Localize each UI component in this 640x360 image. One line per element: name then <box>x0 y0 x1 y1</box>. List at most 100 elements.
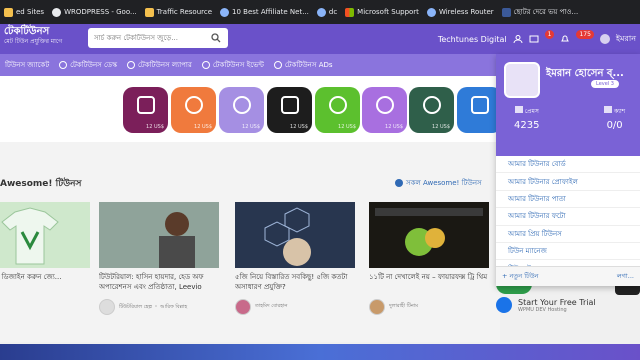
menu-item[interactable]: টিউন ম্যানেজ <box>496 243 640 261</box>
card-thumbnail[interactable] <box>235 202 355 268</box>
tune-card[interactable]: কট টি-শার্ট ডিজাইন করুন জ্যে... <box>0 202 90 294</box>
wordpress-icon <box>52 7 62 17</box>
bookmark-item[interactable]: Wireless Router <box>423 0 498 24</box>
wpmu-logo-icon <box>496 297 512 313</box>
app-tile[interactable]: 12 US$ <box>362 87 407 133</box>
card-meta: টিউটরিয়াল হেল্প ・ আরিফ বিল্লাহ <box>99 299 219 315</box>
search-button[interactable] <box>206 28 226 48</box>
diamond-icon <box>514 106 523 113</box>
nav-item[interactable]: টেকটিউনস ইভেন্ট <box>197 59 269 71</box>
search-input[interactable] <box>88 34 206 42</box>
nav-item[interactable]: টেকটিউনস ল্যাপার <box>122 59 197 71</box>
section-all-link[interactable]: সকল Awesome! টিউনস <box>395 177 482 189</box>
site-header: টেকটিউনস মেট টিউন প্রযুক্তির মাগে Techtu… <box>0 24 640 54</box>
nav-icon <box>59 61 68 69</box>
section-title: Awesome! টিউনস <box>0 179 82 189</box>
app-tile[interactable]: 12 US$ <box>171 87 216 133</box>
ad-card[interactable]: Start Your Free Trial WPMU DEV Hosting <box>496 290 616 320</box>
profile-menu: আমার টিউনার বোর্ড আমার টিউনার প্রোফাইল আ… <box>496 156 640 278</box>
menu-item[interactable]: আমার টিউনার ফটো <box>496 208 640 226</box>
card-thumbnail[interactable] <box>99 202 219 268</box>
author-avatar[interactable] <box>99 299 115 315</box>
at-sign-icon <box>232 96 251 114</box>
app-tile[interactable]: 12 US$ <box>315 87 360 133</box>
bookmark-item[interactable]: 10 Best Affiliate Net... <box>216 0 313 24</box>
app-tile[interactable]: 12 US$ <box>219 87 264 133</box>
new-tune-button[interactable]: + নতুন টিউন <box>502 271 539 282</box>
notification-badge: 175 <box>576 29 594 39</box>
bell-icon[interactable] <box>560 34 570 44</box>
bookmark-item[interactable]: dc <box>313 0 341 24</box>
card-title[interactable]: ১১টি না দেখালেই নয় – ফায়ারফক্স ট্রি থি… <box>369 272 489 294</box>
bookmark-item[interactable]: ed Sites <box>0 0 48 24</box>
gauge-icon <box>328 96 347 114</box>
menu-item[interactable]: আমার টিউনার পাতা <box>496 191 640 209</box>
bookmark-item[interactable]: WRODPRESS - Goo... <box>48 0 141 24</box>
ad-title[interactable]: Start Your Free Trial <box>518 298 596 307</box>
globe-icon <box>316 7 326 17</box>
ads-icon <box>273 61 282 69</box>
person-photo <box>99 202 219 268</box>
arrow-right-icon <box>395 179 403 187</box>
bookmark-item[interactable]: ছোটর দেরে ভয় পাও... <box>498 0 583 24</box>
menu-item[interactable]: আমার প্রিয় টিউনস <box>496 226 640 243</box>
site-name-link[interactable]: Techtunes Digital <box>438 35 507 44</box>
app-tile[interactable]: 12 US$ <box>267 87 312 133</box>
card-thumbnail[interactable] <box>0 202 90 268</box>
nav-item[interactable]: টিউনস জ্যাকেট <box>0 59 54 71</box>
wallet-icon <box>604 106 612 113</box>
magic-wand-icon <box>280 96 299 114</box>
tune-card[interactable]: ৫জি নিয়ে বিস্তারিত সবকিছু! ৫জি কতটা অসা… <box>235 202 355 315</box>
search-icon <box>211 33 221 43</box>
site-logo[interactable]: টেকটিউনস মেট টিউন প্রযুক্তির মাগে <box>4 27 62 47</box>
author-avatar[interactable] <box>369 299 385 315</box>
refresh-icon <box>422 96 441 114</box>
card-meta: দুলারাহী টিনাম <box>369 299 489 315</box>
user-dropdown: ইমরান হোসেন ব্... Level 3 প্রেমস 4235 ক্… <box>496 54 640 286</box>
card-meta: তাহমিদ বোরহান <box>235 299 355 315</box>
menu-item[interactable]: আমার টিউনার প্রোফাইল <box>496 173 640 191</box>
bookmarks-bar: ed Sites WRODPRESS - Goo... Traffic Reso… <box>0 0 640 24</box>
globe-icon <box>501 7 511 17</box>
bookmark-item[interactable]: Microsoft Support <box>341 0 423 24</box>
cloud-icon <box>375 96 394 114</box>
globe-icon <box>184 96 203 114</box>
app-tile[interactable]: 12 US$ <box>409 87 454 133</box>
card-title[interactable]: কট টি-শার্ট ডিজাইন করুন জ্যে... <box>0 272 90 294</box>
globe-icon <box>426 7 436 17</box>
calendar-icon <box>201 61 210 69</box>
tune-card[interactable]: টিউটরিয়াল: হাসিন হায়দার, হেড অফ অপারেশ… <box>99 202 219 315</box>
profile-avatar[interactable] <box>504 62 540 98</box>
card-title[interactable]: টিউটরিয়াল: হাসিন হায়দার, হেড অফ অপারেশ… <box>99 272 219 294</box>
level-badge: Level 3 <box>591 80 619 88</box>
tshirt-image <box>1 207 59 265</box>
m-logo-icon <box>470 96 489 114</box>
logout-button[interactable]: লগা... <box>617 271 634 282</box>
nav-item[interactable]: টেকটিউনস ADs <box>269 59 338 71</box>
dropdown-footer: + নতুন টিউন লগা... <box>496 266 640 286</box>
avatar[interactable] <box>599 34 610 44</box>
user-icon[interactable] <box>513 34 523 44</box>
bookmark-item[interactable]: Traffic Resource <box>141 0 216 24</box>
menu-item[interactable]: আমার টিউনার বোর্ড <box>496 156 640 174</box>
firefox-theme-image <box>369 202 489 268</box>
app-tile[interactable]: 12 US$ <box>123 87 168 133</box>
image-frame-icon <box>136 96 155 114</box>
profile-header: ইমরান হোসেন ব্... Level 3 প্রেমস 4235 ক্… <box>496 54 640 156</box>
globe-icon <box>220 7 230 17</box>
cash-stat: ক্যাশ 0/0 <box>604 106 625 131</box>
message-icon[interactable] <box>529 34 539 44</box>
author-avatar[interactable] <box>235 299 251 315</box>
search-box <box>88 28 228 48</box>
card-title[interactable]: ৫জি নিয়ে বিস্তারিত সবকিছু! ৫জি কতটা অসা… <box>235 272 355 294</box>
tune-card[interactable]: ১১টি না দেখালেই নয় – ফায়ারফক্স ট্রি থি… <box>369 202 489 315</box>
user-menu-name[interactable]: ইমরান <box>616 33 636 46</box>
logo-subtitle: মেট টিউন প্রযুক্তির মাগে <box>4 38 63 45</box>
points-stat: প্রেমস 4235 <box>514 106 540 131</box>
message-badge: 1 <box>544 29 555 39</box>
nav-item[interactable]: টেকটিউনস ডেস্ক <box>54 59 122 71</box>
5g-network-image <box>235 202 355 268</box>
ad-subtitle: WPMU DEV Hosting <box>518 306 567 313</box>
bottom-banner <box>0 344 640 360</box>
card-thumbnail[interactable] <box>369 202 489 268</box>
